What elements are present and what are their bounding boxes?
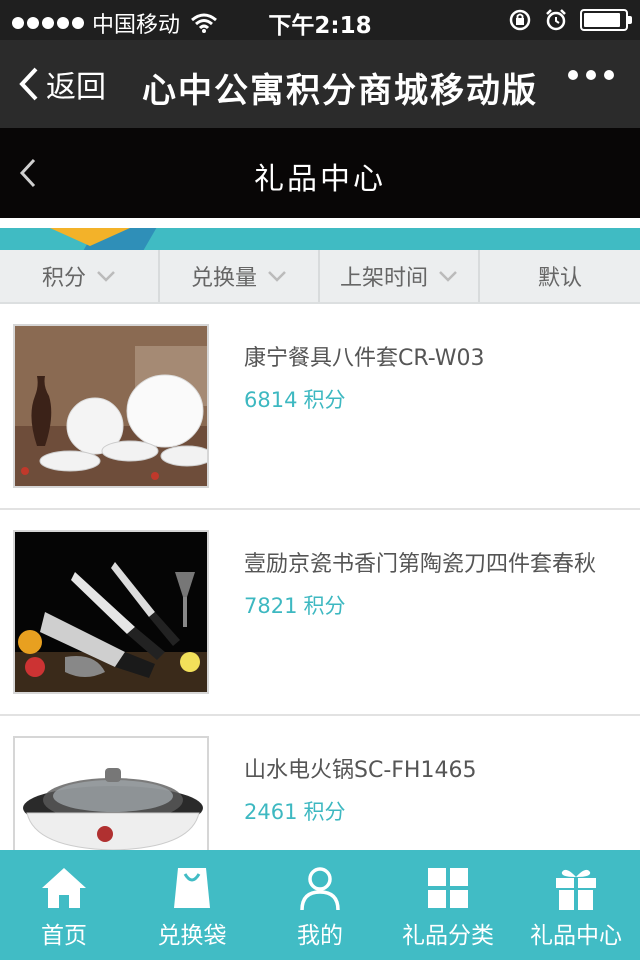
product-points: 7821 积分 bbox=[244, 590, 345, 620]
tab-label: 首页 bbox=[41, 923, 87, 949]
tab-gift-category[interactable]: 礼品分类 bbox=[384, 850, 512, 960]
user-icon bbox=[300, 867, 340, 911]
sort-label: 积分 bbox=[41, 266, 86, 291]
status-bar: 中国移动 下午2:18 bbox=[0, 0, 640, 40]
product-name[interactable]: 山水电火锅SC-FH1465 bbox=[244, 752, 476, 784]
product-list: 康宁餐具八件套CR-W03 6814 积分 壹励京瓷书香门第陶瓷刀四件套春秋 7… bbox=[0, 304, 640, 922]
product-name[interactable]: 康宁餐具八件套CR-W03 bbox=[244, 340, 485, 372]
chevron-down-icon bbox=[439, 271, 457, 282]
sort-label: 上架时间 bbox=[339, 266, 428, 291]
points-unit: 积分 bbox=[303, 800, 346, 824]
product-image-dinnerware[interactable] bbox=[13, 324, 209, 488]
battery-icon bbox=[580, 9, 632, 31]
tab-label: 礼品分类 bbox=[402, 923, 494, 949]
tab-gift-center[interactable]: 礼品中心 bbox=[512, 850, 640, 960]
gift-icon bbox=[556, 869, 596, 910]
status-right bbox=[508, 8, 632, 32]
points-unit: 积分 bbox=[303, 594, 346, 618]
product-name[interactable]: 壹励京瓷书香门第陶瓷刀四件套春秋 bbox=[244, 546, 596, 578]
tab-mine[interactable]: 我的 bbox=[256, 850, 384, 960]
sort-label: 默认 bbox=[537, 266, 582, 291]
tab-exchange-bag[interactable]: 兑换袋 bbox=[128, 850, 256, 960]
wechat-nav-bar: 返回 心中公寓积分商城移动版 bbox=[0, 40, 640, 128]
shopping-bag-icon bbox=[174, 868, 210, 908]
sort-by-exchange-count[interactable]: 兑换量 bbox=[160, 250, 320, 302]
product-item[interactable]: 壹励京瓷书香门第陶瓷刀四件套春秋 7821 积分 bbox=[0, 510, 640, 716]
grid-icon bbox=[428, 868, 468, 908]
back-button[interactable]: 返回 bbox=[18, 62, 106, 106]
more-options-icon[interactable] bbox=[568, 70, 614, 80]
battery-level bbox=[584, 13, 620, 27]
points-value: 7821 bbox=[244, 594, 298, 618]
rotation-lock-icon bbox=[509, 9, 531, 31]
sort-bar: 积分 兑换量 上架时间 默认 bbox=[0, 250, 640, 304]
chevron-down-icon bbox=[97, 271, 115, 282]
page-header: 礼品中心 bbox=[0, 128, 640, 218]
points-value: 2461 bbox=[244, 800, 298, 824]
page-title: 礼品中心 bbox=[254, 162, 386, 197]
chevron-down-icon bbox=[268, 271, 286, 282]
product-item[interactable]: 康宁餐具八件套CR-W03 6814 积分 bbox=[0, 304, 640, 510]
banner-strip bbox=[0, 218, 640, 250]
product-points: 6814 积分 bbox=[244, 384, 345, 414]
tab-label: 我的 bbox=[297, 923, 343, 949]
home-icon bbox=[42, 868, 86, 908]
sort-by-listing-time[interactable]: 上架时间 bbox=[320, 250, 480, 302]
app-root: 中国移动 下午2:18 返回 心中公寓积分商城移动版 礼品中心 积分 兑换量 上… bbox=[0, 0, 640, 960]
alarm-icon bbox=[546, 9, 566, 31]
points-unit: 积分 bbox=[303, 388, 346, 412]
tab-label: 兑换袋 bbox=[157, 923, 227, 949]
chevron-left-icon bbox=[19, 67, 38, 101]
tab-label: 礼品中心 bbox=[530, 923, 622, 949]
back-label: 返回 bbox=[46, 70, 106, 105]
product-image-knife-set[interactable] bbox=[13, 530, 209, 694]
points-value: 6814 bbox=[244, 388, 298, 412]
sort-label: 兑换量 bbox=[190, 266, 257, 291]
tab-home[interactable]: 首页 bbox=[0, 850, 128, 960]
wechat-title: 心中公寓积分商城移动版 bbox=[142, 71, 538, 111]
bottom-tab-bar: 首页 兑换袋 我的 礼品分类 礼品中心 bbox=[0, 850, 640, 960]
sort-default[interactable]: 默认 bbox=[480, 250, 640, 302]
sort-by-points[interactable]: 积分 bbox=[0, 250, 160, 302]
product-points: 2461 积分 bbox=[244, 796, 345, 826]
